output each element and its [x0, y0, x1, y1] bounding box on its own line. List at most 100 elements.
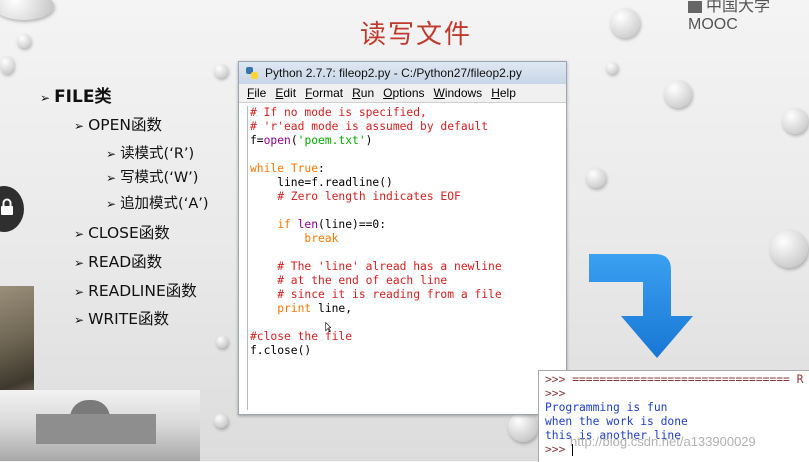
- water-drop-decoration: [782, 108, 808, 134]
- menu-mnemonic: H: [491, 86, 500, 100]
- outline-label: WRITE函数: [88, 310, 169, 328]
- menu-mnemonic: W: [433, 86, 445, 100]
- code-token: (line)==0:: [318, 218, 387, 231]
- water-drop-decoration: [17, 34, 31, 48]
- code-line: # since it is reading from a file: [250, 288, 502, 301]
- code-line: # Zero length indicates EOF: [250, 190, 461, 203]
- bullet-arrow-icon: ➢: [74, 285, 85, 299]
- outline-item-write-mode: ➢ 写模式(‘W’): [106, 166, 198, 187]
- bullet-arrow-icon: ➢: [74, 256, 85, 270]
- menu-file[interactable]: File: [247, 86, 266, 100]
- outline-label: READ函数: [88, 253, 163, 271]
- watermark-url: http://blog.csdn.net/a133900029: [570, 434, 756, 449]
- code-token: :: [318, 162, 325, 175]
- code-token: f=: [250, 134, 264, 147]
- code-token: line,: [311, 302, 353, 315]
- logo-icon: [688, 0, 702, 13]
- bullet-arrow-icon: ➢: [74, 119, 85, 133]
- code-line: f.close(): [250, 344, 312, 357]
- bullet-arrow-icon: ➢: [106, 197, 117, 211]
- water-drop-decoration: [770, 230, 808, 268]
- menu-label: dit: [283, 86, 297, 100]
- menu-label: ile: [254, 86, 267, 100]
- menu-label: un: [360, 86, 375, 100]
- code-token: while: [250, 162, 285, 175]
- water-drop-decoration: [606, 62, 618, 74]
- outline-label: READLINE函数: [88, 282, 197, 300]
- code-line: #close the file: [250, 330, 353, 343]
- water-drop-decoration: [508, 412, 538, 442]
- mouse-pointer-icon: [325, 321, 331, 333]
- water-drop-decoration: [0, 0, 54, 20]
- code-line: if len(line)==0:: [250, 218, 386, 232]
- lock-icon: [1, 198, 13, 215]
- idle-editor-window: Python 2.7.7: fileop2.py - C:/Python27/f…: [238, 61, 567, 415]
- code-token: ): [365, 134, 373, 147]
- outline-label: FILE类: [54, 87, 112, 107]
- outline-item-read: ➢ READ函数: [74, 250, 162, 272]
- code-token: 'poem.txt': [297, 134, 366, 147]
- shell-input-line[interactable]: >>>: [545, 443, 574, 457]
- menu-label: ptions: [392, 86, 425, 100]
- outline-label: 读模式(‘R’): [120, 146, 195, 162]
- menu-help[interactable]: Help: [491, 86, 516, 100]
- water-drop-decoration: [214, 414, 228, 428]
- shell-line: >>> ================================ R: [545, 373, 803, 387]
- code-token: open: [263, 134, 291, 147]
- shell-output-line: Programming is fun: [545, 401, 668, 414]
- code-token: (: [290, 134, 298, 147]
- menu-run[interactable]: Run: [352, 86, 374, 100]
- lock-button[interactable]: [0, 186, 24, 232]
- python-icon: [246, 67, 258, 79]
- outline-item-close: ➢ CLOSE函数: [74, 221, 170, 243]
- outline-item-read-mode: ➢ 读模式(‘R’): [106, 142, 194, 163]
- water-drop-decoration: [214, 64, 228, 78]
- water-drop-decoration: [0, 56, 14, 74]
- editor-window-title: Python 2.7.7: fileop2.py - C:/Python27/f…: [265, 66, 522, 80]
- code-line: f=open('poem.txt'): [250, 134, 372, 148]
- code-token: len: [297, 218, 319, 231]
- bullet-arrow-icon: ➢: [40, 91, 51, 105]
- code-token: True: [290, 162, 319, 175]
- shell-prompt: >>>: [545, 443, 566, 456]
- shell-restart-separator: ================================ R: [565, 373, 804, 386]
- code-editor-area[interactable]: # If no mode is specified, # 'r'ead mode…: [247, 106, 563, 410]
- shell-prompt: >>>: [545, 387, 566, 400]
- water-drop-decoration: [610, 8, 640, 38]
- code-line: # The 'line' alread has a newline: [250, 260, 502, 273]
- menu-label: ormat: [312, 86, 344, 100]
- code-line: # at the end of each line: [250, 274, 448, 287]
- menu-format[interactable]: Format: [305, 86, 343, 100]
- code-token: print: [250, 302, 312, 315]
- outline-label: OPEN函数: [88, 116, 162, 134]
- menu-label: elp: [499, 86, 516, 100]
- shell-prompt: >>>: [545, 373, 566, 386]
- outline-item-readline: ➢ READLINE函数: [74, 279, 197, 301]
- campus-photo: [0, 390, 200, 461]
- watermark-top: 中国大学MOOC: [688, 0, 809, 34]
- water-drop-decoration: [664, 80, 692, 108]
- outline-item-file: ➢ FILE类: [40, 82, 111, 107]
- bullet-arrow-icon: ➢: [106, 171, 117, 185]
- outline-item-append-mode: ➢ 追加模式(‘A’): [106, 192, 209, 213]
- slide-title: 读写文件: [360, 20, 473, 50]
- menu-edit[interactable]: Edit: [275, 86, 296, 100]
- code-line: print line,: [250, 302, 352, 316]
- code-line: # If no mode is specified,: [250, 106, 427, 119]
- editor-titlebar[interactable]: Python 2.7.7: fileop2.py - C:/Python27/f…: [239, 62, 566, 84]
- outline-label: 追加模式(‘A’): [120, 196, 209, 212]
- menu-windows[interactable]: Windows: [434, 86, 483, 100]
- bullet-arrow-icon: ➢: [74, 227, 85, 241]
- menu-options[interactable]: Options: [383, 86, 424, 100]
- outline-label: CLOSE函数: [88, 224, 170, 242]
- water-drop-decoration: [216, 336, 228, 348]
- outline-item-write: ➢ WRITE函数: [74, 307, 169, 329]
- code-line: while True:: [250, 162, 325, 176]
- building-shape: [36, 414, 156, 444]
- bullet-arrow-icon: ➢: [74, 313, 85, 327]
- water-drop-decoration: [586, 168, 606, 188]
- bullet-arrow-icon: ➢: [106, 147, 117, 161]
- shell-output-line: when the work is done: [545, 415, 688, 428]
- outline-item-open: ➢ OPEN函数: [74, 113, 162, 135]
